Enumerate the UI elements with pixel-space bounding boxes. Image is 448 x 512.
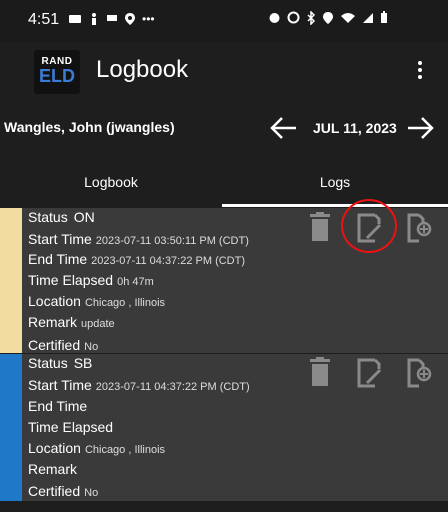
status-value: SB: [73, 355, 93, 371]
tab-logs[interactable]: Logs: [222, 160, 448, 208]
accessibility-icon: [92, 13, 96, 25]
start-time-row: Start Time 2023-07-11 04:37:22 PM (CDT): [28, 377, 250, 393]
location-icon: [323, 12, 333, 24]
app-title: Logbook: [96, 56, 189, 83]
certified-row: Certified No: [28, 337, 99, 353]
end-time-value: 2023-07-11 04:37:22 PM (CDT): [91, 255, 246, 267]
overflow-menu-icon[interactable]: [410, 58, 430, 86]
next-day-arrow-icon[interactable]: [404, 112, 436, 144]
certified-value: No: [84, 341, 99, 353]
remark-row: Remark update: [28, 314, 115, 330]
status-time: 4:51: [28, 11, 60, 28]
log-card[interactable]: Status SB Start Time 2023-07-11 04:37:22 P…: [0, 354, 448, 501]
clock-icon: [287, 11, 300, 24]
edit-highlight-circle: [341, 199, 397, 253]
location-row: Location Chicago , Illinois: [28, 293, 166, 309]
signal-icon: [363, 13, 373, 23]
status-color-bar: [0, 208, 22, 353]
end-time-row: End Time 2023-07-11 04:37:22 PM (CDT): [28, 251, 246, 267]
remark-row: Remark: [28, 461, 78, 477]
remark-value: update: [81, 318, 115, 330]
delete-icon[interactable]: [306, 212, 334, 246]
logo-bottom-text: ELD: [39, 66, 75, 86]
time-elapsed-row: Time Elapsed: [28, 419, 114, 435]
alarm-icon: [269, 13, 280, 23]
status-left-icons: •••: [68, 12, 155, 26]
tab-logbook[interactable]: Logbook: [0, 160, 222, 208]
end-time-row: End Time: [28, 398, 88, 414]
location-value: Chicago , Illinois: [84, 297, 166, 309]
wifi-icon: [341, 13, 355, 23]
time-elapsed-value: 0h 47m: [117, 276, 154, 288]
driver-name: Wangles, John (jwangles): [4, 119, 175, 135]
location-value: Chicago , Illinois: [84, 444, 166, 456]
previous-day-arrow-icon[interactable]: [268, 112, 300, 144]
more-icon: •••: [142, 12, 155, 26]
status-row: Status SB: [28, 355, 93, 371]
status-right-icons: [268, 11, 388, 25]
time-elapsed-row: Time Elapsed 0h 47m: [28, 272, 154, 288]
add-document-icon[interactable]: [405, 357, 433, 391]
start-time-value: 2023-07-11 03:50:11 PM (CDT): [95, 235, 249, 247]
notification-icon: [69, 15, 81, 23]
status-bar: 4:51 •••: [0, 0, 448, 42]
date-label: JUL 11, 2023: [313, 120, 397, 136]
location-icon: [125, 13, 135, 25]
certified-row: Certified No: [28, 483, 99, 499]
start-time-value: 2023-07-11 04:37:22 PM (CDT): [95, 381, 250, 393]
battery-icon: [381, 11, 387, 23]
status-row: Status ON: [28, 209, 95, 225]
status-color-bar: [0, 354, 22, 501]
app-logo: RAND ELD: [34, 50, 80, 94]
certified-value: No: [84, 487, 99, 499]
bluetooth-icon: [307, 11, 316, 25]
status-value: ON: [73, 209, 95, 225]
bottom-area: [0, 501, 448, 512]
edit-icon[interactable]: [355, 357, 383, 391]
delete-icon[interactable]: [306, 357, 334, 391]
message-icon: [107, 15, 117, 21]
start-time-row: Start Time 2023-07-11 03:50:11 PM (CDT): [28, 231, 249, 247]
add-document-icon[interactable]: [405, 212, 433, 246]
tab-selected-indicator: [222, 204, 448, 207]
location-row: Location Chicago , Illinois: [28, 440, 166, 456]
